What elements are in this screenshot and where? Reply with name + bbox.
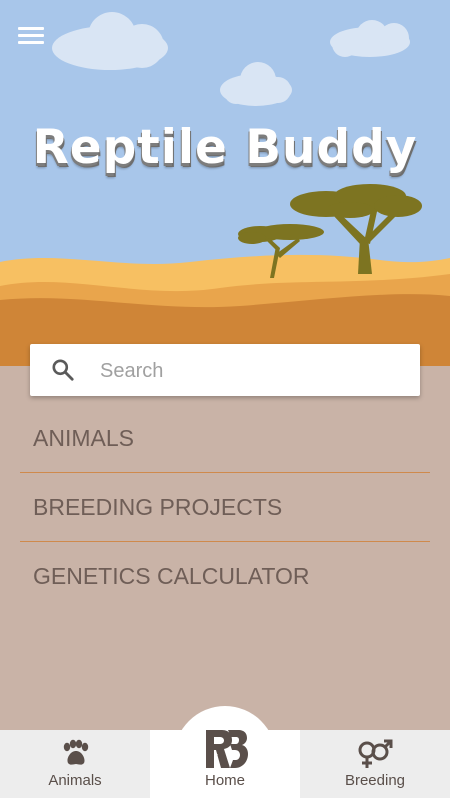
main-menu-list: ANIMALS BREEDING PROJECTS GENETICS CALCU…	[20, 404, 430, 610]
search-bar[interactable]	[30, 344, 420, 396]
hero-banner	[0, 0, 450, 366]
hamburger-menu-icon[interactable]	[14, 20, 48, 50]
menu-item-breeding-projects[interactable]: BREEDING PROJECTS	[20, 473, 430, 542]
menu-item-genetics-calculator[interactable]: GENETICS CALCULATOR	[20, 542, 430, 610]
nav-label-animals: Animals	[48, 772, 102, 789]
nav-tab-home[interactable]: Home	[150, 730, 300, 798]
menu-item-animals[interactable]: ANIMALS	[20, 404, 430, 473]
app-screen: Reptile Buddy ANIMALS BREEDING PROJECTS …	[0, 0, 450, 798]
menu-bar	[18, 41, 44, 44]
bottom-nav: Animals Home Breeding	[0, 730, 450, 798]
menu-bar	[18, 27, 44, 30]
app-title: Reptile Buddy	[32, 120, 418, 175]
rb-logo-icon	[206, 730, 248, 768]
search-icon	[52, 359, 74, 381]
gender-symbols-icon	[358, 739, 393, 768]
search-input[interactable]	[98, 354, 402, 388]
nav-label-home: Home	[204, 772, 245, 789]
paw-icon	[63, 739, 89, 765]
menu-bar	[18, 34, 44, 37]
nav-tab-animals[interactable]: Animals	[0, 730, 150, 798]
nav-label-breeding: Breeding	[344, 772, 406, 789]
nav-tab-breeding[interactable]: Breeding	[300, 730, 450, 798]
